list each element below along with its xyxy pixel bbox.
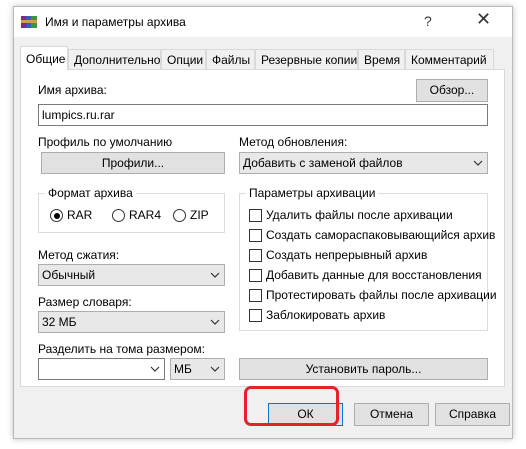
- archive-name-label: Имя архива:: [38, 83, 107, 97]
- window-title: Имя и параметры архива: [45, 15, 186, 29]
- dictionary-size-value: 32 МБ: [42, 315, 77, 329]
- format-zip-label: ZIP: [190, 208, 209, 222]
- set-password-button[interactable]: Установить пароль...: [239, 358, 488, 380]
- tab-general[interactable]: Общие: [20, 46, 68, 70]
- solid-archive-checkbox[interactable]: [249, 249, 262, 262]
- update-method-label: Метод обновления:: [239, 135, 348, 149]
- lock-archive-label: Заблокировать архив: [266, 308, 386, 322]
- chevron-down-icon: [150, 359, 160, 379]
- help-button[interactable]: Справка: [435, 403, 510, 426]
- format-rar-radio[interactable]: [50, 209, 63, 222]
- chevron-down-icon: [210, 312, 220, 332]
- recovery-record-label: Добавить данные для восстановления: [266, 268, 482, 282]
- title-bar[interactable]: Имя и параметры архива ? ✕: [14, 7, 512, 37]
- chevron-down-icon: [473, 153, 483, 173]
- recovery-record-checkbox[interactable]: [249, 269, 262, 282]
- test-files-checkbox[interactable]: [249, 289, 262, 302]
- tab-options[interactable]: Опции: [161, 49, 206, 69]
- archiving-options-group: Параметры архивации Удалить файлы после …: [239, 186, 497, 331]
- compression-method-label: Метод сжатия:: [38, 248, 120, 262]
- default-profile-label: Профиль по умолчанию: [38, 135, 173, 149]
- dictionary-size-label: Размер словаря:: [38, 295, 132, 309]
- winrar-app-icon: [21, 16, 37, 28]
- close-button[interactable]: ✕: [476, 9, 491, 30]
- general-tab-panel: Имя архива: Обзор... lumpics.ru.rar Проф…: [20, 69, 505, 387]
- archive-format-group: Формат архива RAR RAR4 ZIP: [38, 186, 225, 233]
- delete-files-checkbox[interactable]: [249, 209, 262, 222]
- tab-backup[interactable]: Резервные копии: [255, 49, 358, 69]
- split-unit-dropdown[interactable]: МБ: [170, 358, 225, 380]
- tab-time[interactable]: Время: [358, 49, 405, 69]
- archiving-options-title: Параметры архивации: [246, 186, 379, 200]
- archive-name-field[interactable]: lumpics.ru.rar: [38, 104, 488, 126]
- dialog-window: Имя и параметры архива ? ✕ Общие Дополни…: [13, 6, 513, 439]
- solid-archive-label: Создать непрерывный архив: [266, 248, 428, 262]
- chevron-down-icon: [210, 359, 220, 379]
- sfx-archive-checkbox[interactable]: [249, 229, 262, 242]
- chevron-down-icon: [210, 265, 220, 285]
- compression-method-value: Обычный: [42, 268, 96, 282]
- test-files-label: Протестировать файлы после архивации: [266, 288, 497, 302]
- format-zip-radio[interactable]: [173, 209, 186, 222]
- tab-advanced[interactable]: Дополнительно: [68, 49, 161, 69]
- cancel-button[interactable]: Отмена: [354, 403, 429, 426]
- compression-method-dropdown[interactable]: Обычный: [38, 264, 225, 286]
- tab-files[interactable]: Файлы: [206, 49, 255, 69]
- split-unit-value: МБ: [174, 362, 192, 376]
- update-method-value: Добавить с заменой файлов: [243, 156, 403, 170]
- format-rar4-label: RAR4: [129, 208, 162, 222]
- tab-comment[interactable]: Комментарий: [405, 49, 494, 69]
- lock-archive-checkbox[interactable]: [249, 309, 262, 322]
- split-size-combo[interactable]: [38, 358, 165, 380]
- archive-format-title: Формат архива: [45, 186, 136, 200]
- format-rar4-radio[interactable]: [112, 209, 125, 222]
- browse-button[interactable]: Обзор...: [416, 79, 488, 102]
- profiles-button[interactable]: Профили...: [41, 152, 225, 174]
- dictionary-size-dropdown[interactable]: 32 МБ: [38, 311, 225, 333]
- delete-files-label: Удалить файлы после архивации: [266, 208, 453, 222]
- help-titlebar-button[interactable]: ?: [424, 13, 432, 29]
- split-volumes-label: Разделить на тома размером:: [38, 342, 205, 356]
- ok-button-highlight: [244, 386, 339, 426]
- update-method-dropdown[interactable]: Добавить с заменой файлов: [239, 152, 488, 174]
- sfx-archive-label: Создать самораспаковывающийся архив: [266, 228, 496, 242]
- format-rar-label: RAR: [67, 208, 93, 222]
